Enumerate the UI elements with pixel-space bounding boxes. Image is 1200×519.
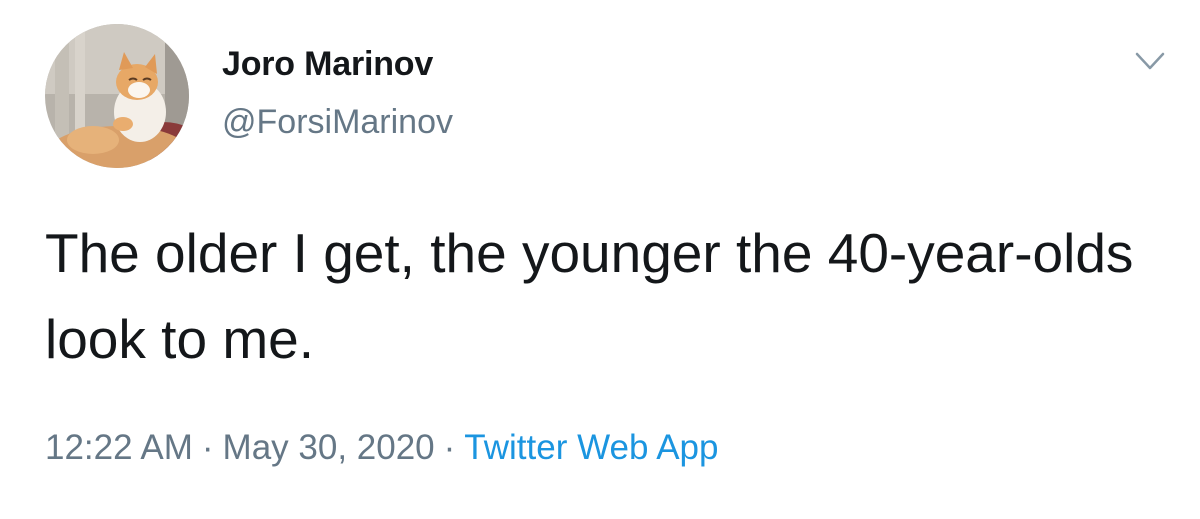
- meta-separator: ·: [443, 428, 456, 467]
- chevron-down-icon: [1135, 52, 1165, 70]
- cat-avatar-icon: [45, 24, 189, 168]
- tweet-source-link[interactable]: Twitter Web App: [464, 428, 718, 467]
- tweet-card: Joro Marinov @ForsiMarinov The older I g…: [0, 0, 1200, 519]
- tweet-time[interactable]: 12:22 AM: [45, 428, 193, 467]
- author-name[interactable]: Joro Marinov: [222, 42, 433, 86]
- author-handle[interactable]: @ForsiMarinov: [222, 100, 453, 144]
- author-avatar[interactable]: [45, 24, 189, 168]
- tweet-meta: 12:22 AM · May 30, 2020 · Twitter Web App: [45, 424, 719, 472]
- more-options-button[interactable]: [1128, 42, 1172, 80]
- tweet-text: The older I get, the younger the 40-year…: [45, 222, 1134, 370]
- meta-separator: ·: [201, 428, 214, 467]
- tweet-date[interactable]: May 30, 2020: [223, 428, 435, 467]
